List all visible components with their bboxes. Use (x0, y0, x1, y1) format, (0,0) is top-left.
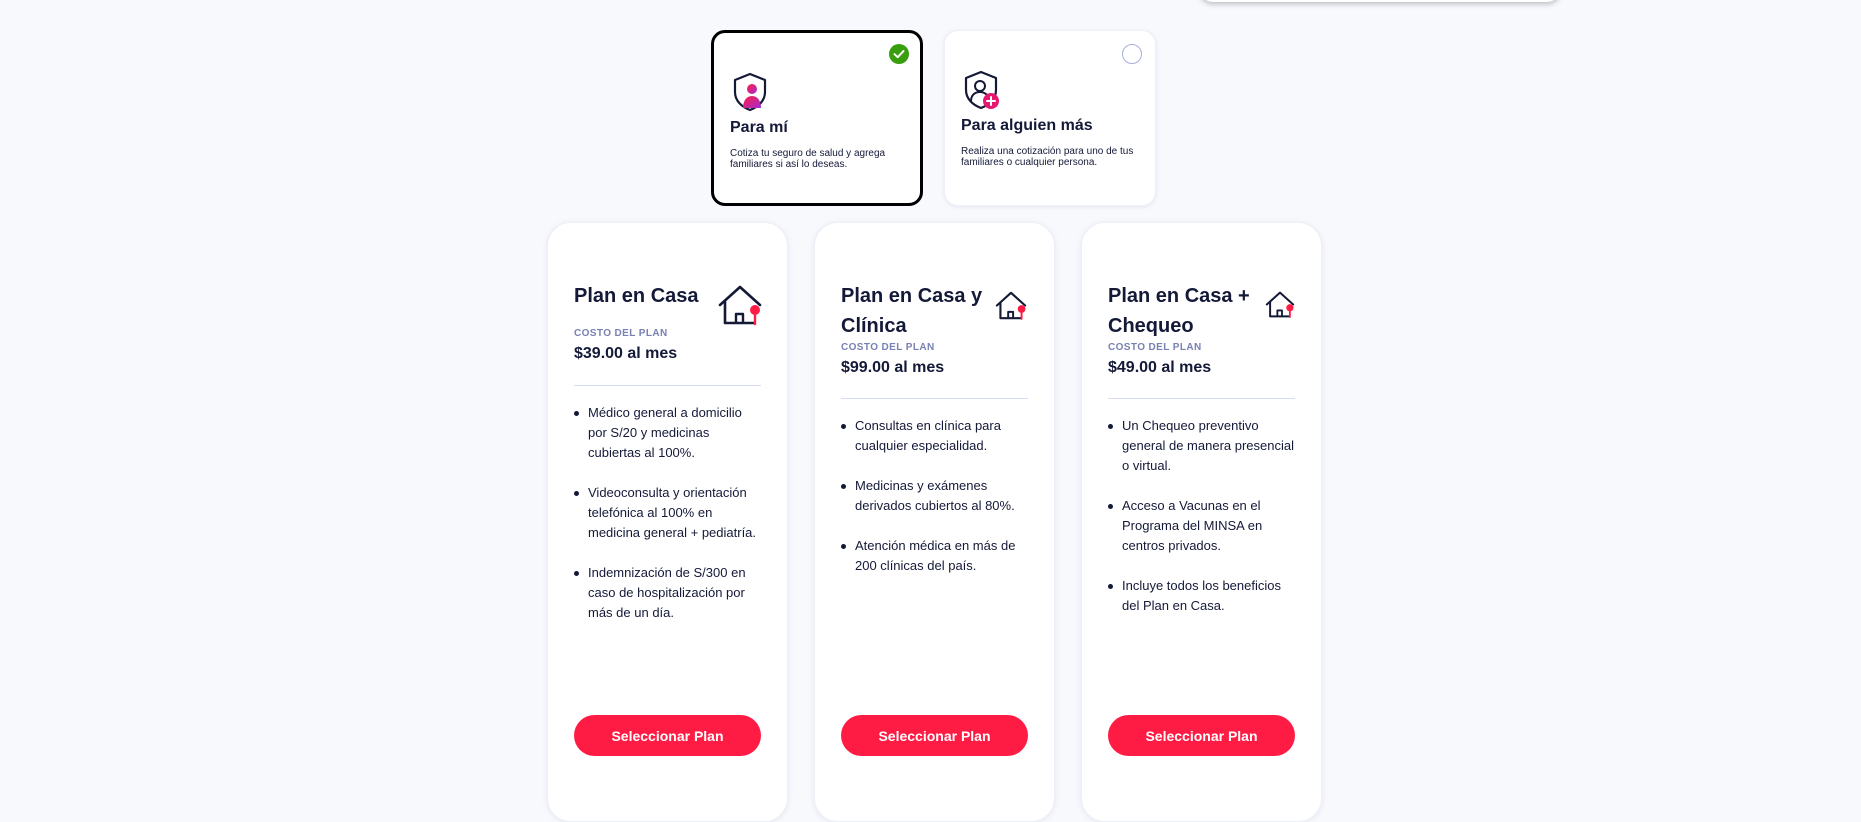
dropdown-popup-edge (1199, 0, 1561, 2)
option-description: Realiza una cotización para uno de tus f… (961, 146, 1134, 168)
plan-price-label: COSTO DEL PLAN (1108, 342, 1202, 353)
option-title: Para mí (730, 119, 788, 136)
plan-benefit-item: Indemnización de S/300 en caso de hospit… (574, 563, 764, 623)
plan-price-label: COSTO DEL PLAN (841, 342, 935, 353)
plan-card-en-casa-y-clinica: Plan en Casa y Clínica COSTO DEL PLAN $9… (814, 222, 1055, 822)
plan-divider (841, 398, 1028, 399)
plan-title: Plan en Casa + Chequeo (1108, 285, 1250, 337)
plan-benefit-item: Medicinas y exámenes derivados cubiertos… (841, 476, 1031, 516)
plan-benefits-list: Un Chequeo preventivo general de manera … (1108, 416, 1298, 636)
select-plan-button[interactable]: Seleccionar Plan (1108, 715, 1295, 756)
shield-user-icon (733, 72, 767, 112)
plan-divider (1108, 398, 1295, 399)
shield-user-add-icon (964, 70, 999, 110)
plan-benefits-list: Consultas en clínica para cualquier espe… (841, 416, 1031, 596)
plan-benefit-item: Consultas en clínica para cualquier espe… (841, 416, 1031, 456)
house-pin-icon (995, 291, 1027, 320)
plan-price: $99.00 al mes (841, 359, 945, 376)
option-card-para-mi[interactable]: Para mí Cotiza tu seguro de salud y agre… (711, 30, 923, 206)
plan-card-en-casa: Plan en Casa COSTO DEL PLAN $39.00 al me… (547, 222, 788, 822)
plan-price-label: COSTO DEL PLAN (574, 328, 668, 339)
plan-benefit-item: Incluye todos los beneficios del Plan en… (1108, 576, 1298, 616)
option-description: Cotiza tu seguro de salud y agrega famil… (730, 148, 886, 170)
select-plan-button[interactable]: Seleccionar Plan (574, 715, 761, 756)
plan-divider (574, 385, 761, 386)
plan-benefit-item: Médico general a domicilio por S/20 y me… (574, 403, 764, 463)
plan-benefit-item: Acceso a Vacunas en el Programa del MINS… (1108, 496, 1298, 556)
select-plan-button[interactable]: Seleccionar Plan (841, 715, 1028, 756)
plan-price: $49.00 al mes (1108, 359, 1212, 376)
house-pin-icon (718, 285, 762, 326)
plan-price: $39.00 al mes (574, 345, 678, 362)
plan-title: Plan en Casa (574, 285, 699, 307)
house-pin-icon (1265, 291, 1295, 318)
radio-unchecked-icon[interactable] (1122, 44, 1142, 64)
plan-card-en-casa-chequeo: Plan en Casa + Chequeo COSTO DEL PLAN $4… (1081, 222, 1322, 822)
plan-benefits-list: Médico general a domicilio por S/20 y me… (574, 403, 764, 643)
plan-benefit-item: Un Chequeo preventivo general de manera … (1108, 416, 1298, 476)
plan-title: Plan en Casa y Clínica (841, 285, 983, 337)
check-circle-icon (889, 44, 909, 64)
option-title: Para alguien más (961, 117, 1093, 134)
plan-benefit-item: Atención médica en más de 200 clínicas d… (841, 536, 1031, 576)
option-card-para-alguien-mas[interactable]: Para alguien más Realiza una cotización … (944, 30, 1156, 206)
plan-benefit-item: Videoconsulta y orientación telefónica a… (574, 483, 764, 543)
